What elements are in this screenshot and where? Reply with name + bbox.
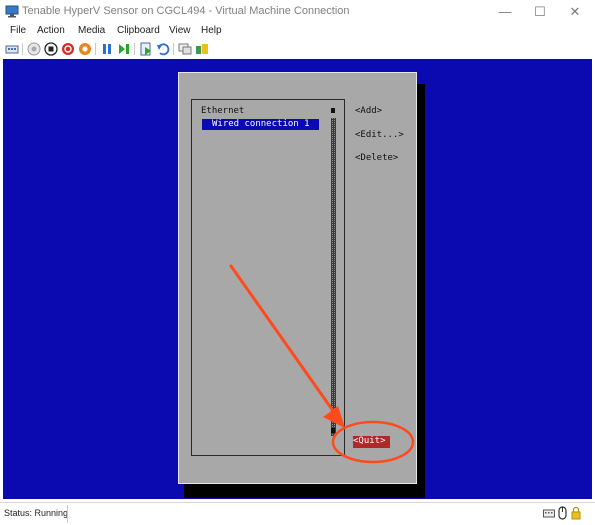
status-divider xyxy=(67,505,68,523)
menu-bar: File Action Media Clipboard View Help xyxy=(0,24,595,41)
minimize-button[interactable]: — xyxy=(488,0,522,24)
ctrl-alt-del-icon[interactable] xyxy=(5,42,19,56)
edit-button[interactable]: <Edit...> xyxy=(355,130,404,141)
revert-icon[interactable] xyxy=(156,42,170,56)
menu-view[interactable]: View xyxy=(169,25,191,36)
delete-button[interactable]: <Delete> xyxy=(355,153,398,164)
menu-file[interactable]: File xyxy=(10,25,26,36)
connection-item[interactable]: Wired connection 1 xyxy=(212,119,310,130)
start-icon[interactable] xyxy=(27,42,41,56)
toolbar-separator xyxy=(95,43,96,55)
toolbar-separator xyxy=(22,43,23,55)
scroll-down-marker xyxy=(331,428,335,433)
toolbar xyxy=(0,41,595,58)
checkpoint-icon[interactable] xyxy=(139,42,153,56)
maximize-button[interactable]: ☐ xyxy=(523,0,557,24)
vm-connection-icon xyxy=(5,5,19,18)
connection-list-scrollbar[interactable] xyxy=(331,118,336,436)
menu-media[interactable]: Media xyxy=(78,25,105,36)
menu-action[interactable]: Action xyxy=(37,25,65,36)
reset-icon[interactable] xyxy=(117,42,131,56)
mouse-icon xyxy=(558,506,567,520)
save-icon[interactable] xyxy=(78,42,92,56)
lock-icon xyxy=(571,506,581,520)
keyboard-icon xyxy=(543,509,555,518)
title-bar: Tenable HyperV Sensor on CGCL494 - Virtu… xyxy=(0,0,595,24)
toolbar-separator xyxy=(173,43,174,55)
quit-button[interactable]: <Quit> xyxy=(353,436,390,448)
turn-off-icon[interactable] xyxy=(44,42,58,56)
status-bar: Status: Running xyxy=(0,502,595,525)
menu-help[interactable]: Help xyxy=(201,25,222,36)
scroll-up-marker xyxy=(331,108,335,113)
share-icon[interactable] xyxy=(195,42,209,56)
toolbar-separator xyxy=(134,43,135,55)
menu-clipboard[interactable]: Clipboard xyxy=(117,25,160,36)
close-button[interactable]: ✕ xyxy=(558,0,592,24)
enhanced-session-icon[interactable] xyxy=(178,42,192,56)
window-title: Tenable HyperV Sensor on CGCL494 - Virtu… xyxy=(22,5,350,17)
shut-down-icon[interactable] xyxy=(61,42,75,56)
add-button[interactable]: <Add> xyxy=(355,106,382,117)
status-text: Status: Running xyxy=(4,508,69,518)
pause-icon[interactable] xyxy=(100,42,114,56)
connection-section-header: Ethernet xyxy=(201,106,245,116)
vm-connection-window: Tenable HyperV Sensor on CGCL494 - Virtu… xyxy=(0,0,595,525)
connection-list-frame xyxy=(191,99,345,456)
